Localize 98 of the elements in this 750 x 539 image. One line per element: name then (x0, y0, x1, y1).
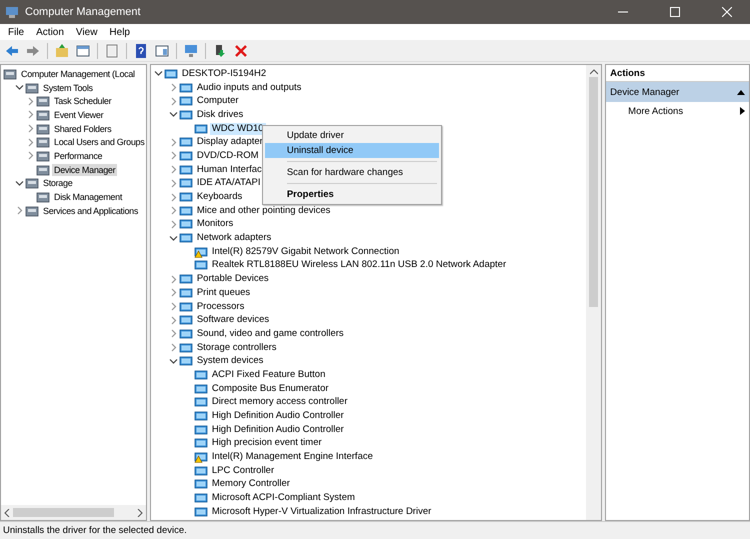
menu-item[interactable]: Scan for hardware changes (264, 165, 439, 180)
menu-item[interactable]: View (70, 26, 104, 38)
tree-item[interactable]: Sound, video and game controllers (194, 328, 346, 340)
device-icon (178, 232, 193, 244)
scroll-left-icon[interactable] (4, 508, 10, 516)
console-tree-icon[interactable] (75, 42, 91, 58)
action-pane-icon[interactable] (154, 42, 170, 58)
device-icon (164, 68, 178, 80)
tree-item[interactable]: Microsoft Hyper-V Virtualization Infrastructure Driver (210, 506, 434, 518)
tree-item[interactable]: Human Interfac (194, 164, 264, 176)
tree-item[interactable]: Monitors (194, 218, 236, 230)
device-icon (178, 314, 193, 326)
collapse-chevron-icon[interactable] (14, 178, 25, 188)
submenu-arrow-icon (740, 107, 746, 115)
scroll-up-icon[interactable] (590, 69, 598, 75)
tree-item[interactable]: Audio inputs and outputs (194, 82, 304, 94)
tree-item[interactable]: Performance (52, 150, 104, 162)
tree-item[interactable]: Device Manager (52, 164, 118, 176)
device-icon (178, 300, 193, 313)
window-title: Computer Management (25, 6, 142, 18)
help-icon[interactable] (133, 42, 149, 58)
collapse-chevron-icon[interactable] (168, 356, 179, 366)
collapse-icon[interactable] (737, 90, 746, 94)
tree-item[interactable]: Network adapters (194, 232, 274, 244)
menu-item[interactable]: Properties (264, 187, 439, 202)
tree-item[interactable]: LPC Controller (210, 464, 276, 477)
tree-item[interactable]: Intel(R) 82579V Gigabit Network Connection (210, 246, 402, 258)
tree-item[interactable]: IDE ATA/ATAPI (194, 177, 263, 190)
actions-section[interactable]: Device Manager (606, 82, 750, 102)
tree-item[interactable]: System Tools (41, 82, 95, 94)
device-icon (178, 108, 193, 121)
scroll-right-icon[interactable] (136, 508, 143, 516)
up-folder-icon[interactable] (54, 42, 70, 58)
tree-item[interactable]: Display adapter (194, 136, 265, 148)
device-icon (178, 286, 193, 299)
app-icon (5, 5, 19, 19)
tree-item[interactable]: High Definition Audio Controller (210, 410, 346, 422)
collapse-chevron-icon[interactable] (14, 83, 25, 92)
device-icon (178, 355, 193, 368)
tree-item[interactable]: Task Scheduler (52, 95, 114, 108)
tree-item[interactable]: Intel(R) Management Engine Interface (210, 451, 375, 464)
scrollbar[interactable] (586, 65, 602, 520)
uninstall-icon[interactable] (233, 42, 249, 58)
device-icon (178, 191, 193, 204)
device-icon (178, 204, 193, 217)
tree-item[interactable]: Computer (194, 95, 241, 108)
menu-item[interactable]: Help (103, 26, 136, 38)
menu-item[interactable]: File (2, 26, 30, 38)
tree-item[interactable]: ACPI Fixed Feature Button (210, 368, 328, 381)
collapse-chevron-icon[interactable] (168, 234, 179, 243)
tree-item[interactable]: Storage (41, 177, 74, 190)
tree-item[interactable]: Mice and other pointing devices (194, 204, 332, 217)
scrollbar[interactable] (1, 505, 146, 520)
tree-item[interactable]: Event Viewer (52, 108, 106, 121)
tree-item[interactable]: Keyboards (194, 191, 244, 204)
status-bar: Uninstalls the driver for the selected device. (0, 521, 750, 539)
tree-item[interactable]: Disk Management (52, 191, 124, 204)
close-icon[interactable] (722, 7, 732, 17)
tree-item[interactable]: Memory Controller (210, 478, 292, 490)
tree-item[interactable]: Realtek RTL8188EU Wireless LAN 802.11n USB 2.0 Network Adapter (210, 259, 508, 272)
tree-item[interactable]: Direct memory access controller (210, 396, 350, 408)
tree-item[interactable]: High Definition Audio Controller (210, 424, 346, 436)
tree-item[interactable]: Microsoft ACPI-Compliant System (210, 492, 357, 504)
tree-item[interactable]: Services and Applications (41, 204, 140, 217)
device-icon (194, 122, 208, 135)
device-icon (178, 218, 193, 230)
tree-item[interactable]: Shared Folders (52, 122, 114, 135)
tree-item[interactable]: Software devices (194, 314, 272, 326)
tree-item[interactable]: Disk drives (194, 108, 246, 121)
collapse-chevron-icon[interactable] (152, 69, 164, 78)
tree-item[interactable]: Print queues (194, 286, 252, 299)
device-icon (178, 328, 193, 340)
tree-item[interactable]: Processors (194, 300, 246, 313)
menu-item[interactable]: Update driver (264, 128, 439, 143)
tree-item[interactable]: High precision event timer (210, 437, 324, 450)
maximize-icon[interactable] (670, 7, 680, 17)
tree-item[interactable]: Portable Devices (194, 273, 271, 286)
tree-item[interactable]: Computer Management (Local (19, 68, 137, 80)
tree-item[interactable]: Composite Bus Enumerator (210, 382, 331, 395)
tree-item[interactable]: System devices (194, 355, 266, 368)
device-icon (178, 273, 193, 286)
tree-item[interactable]: Local Users and Groups (52, 136, 146, 148)
monitor-icon[interactable] (183, 42, 199, 58)
device-icon (178, 95, 193, 108)
menu-item[interactable]: Uninstall device (264, 143, 439, 158)
device-icon (178, 150, 193, 162)
section-title: Device Manager (610, 86, 680, 98)
tree-item[interactable]: DESKTOP-I5194H2 (180, 68, 268, 80)
menu-item[interactable]: Action (30, 26, 70, 38)
device-icon (178, 82, 193, 94)
tree-item[interactable]: DVD/CD-ROM (194, 150, 261, 162)
tree-item[interactable]: Storage controllers (194, 342, 279, 354)
device-icon (178, 136, 193, 148)
device-icon (178, 342, 193, 354)
collapse-chevron-icon[interactable] (168, 110, 179, 120)
action-item[interactable]: More Actions (606, 102, 750, 120)
device-icon (178, 164, 193, 176)
device-icon (178, 177, 193, 190)
